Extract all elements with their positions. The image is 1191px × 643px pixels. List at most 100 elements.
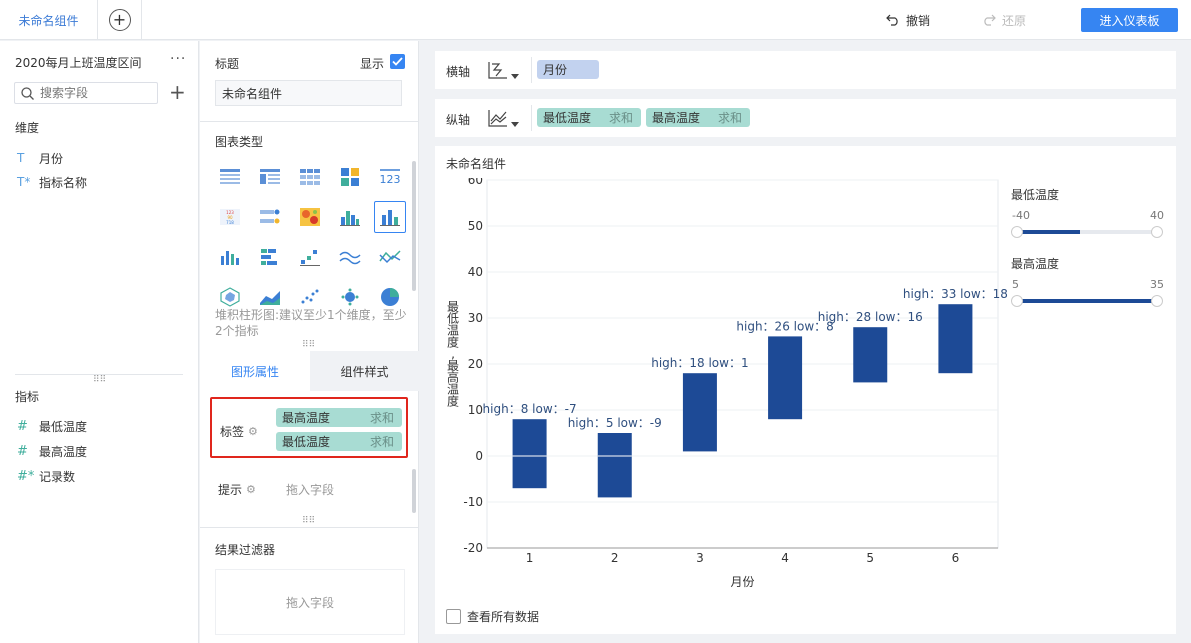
tab-component-style[interactable]: 组件样式 (310, 351, 419, 391)
measure-item-max-temp[interactable]: # 最高温度 (17, 442, 87, 460)
x-tick-label: 4 (781, 551, 789, 565)
data-label: high：5 low：-9 (568, 416, 662, 430)
measure-item-record-count[interactable]: #* 记录数 (17, 467, 75, 485)
search-input[interactable] (40, 86, 150, 100)
pill-agg: 求和 (369, 411, 394, 425)
undo-button[interactable]: 撤销 (886, 10, 930, 30)
view-all-checkbox[interactable] (446, 609, 461, 624)
range-bar (938, 304, 973, 374)
multi-line-icon (339, 251, 361, 265)
measure-label: 最低温度 (39, 419, 88, 434)
label-pill-min-temp[interactable]: 最低温度 求和 (276, 432, 402, 451)
chart-type-column[interactable] (214, 241, 246, 273)
chart-type-line[interactable] (374, 241, 406, 273)
column-icon (221, 251, 239, 265)
x-axis-type-dropdown[interactable] (487, 60, 519, 80)
color-block-icon (341, 168, 359, 186)
chart-type-indicator-card[interactable]: 123 90 718 (214, 201, 246, 233)
measure-axis-icon (488, 110, 507, 127)
chart-type-grouped-column[interactable] (334, 201, 366, 233)
measure-item-min-temp[interactable]: # 最低温度 (17, 417, 87, 435)
resize-handle[interactable]: ⠿⠿ (93, 376, 106, 385)
enter-dashboard-button[interactable]: 进入仪表板 (1081, 8, 1178, 32)
group-table-icon (260, 169, 280, 184)
chart-type-heatmap[interactable] (294, 201, 326, 233)
chart-type-bar[interactable] (254, 241, 286, 273)
resize-handle[interactable]: ⠿⠿ (302, 341, 315, 350)
tab-unnamed-component[interactable]: 未命名组件 (0, 0, 98, 40)
dimension-item-month[interactable]: T 月份 (17, 149, 63, 167)
x-tick-label: 6 (952, 551, 960, 565)
stacked-column-icon (380, 210, 400, 226)
redo-icon (984, 14, 996, 26)
x-tick-label: 2 (611, 551, 619, 565)
add-tab-button[interactable]: + (98, 0, 142, 40)
y-axis-title-char: 度 (447, 393, 459, 408)
label-field-section: 标签 ⚙ 最高温度 求和 最低温度 求和 (210, 397, 408, 458)
dimension-item-metric-name[interactable]: T* 指标名称 (17, 173, 87, 191)
undo-label: 撤销 (906, 13, 931, 28)
legend-min-value: 5 (1012, 278, 1019, 291)
legend-slider-min-handle[interactable] (1011, 295, 1023, 307)
pill-agg: 求和 (608, 111, 633, 125)
x-tick-label: 3 (696, 551, 704, 565)
chart-type-step[interactable] (294, 241, 326, 273)
section-divider (15, 374, 183, 375)
legend-slider-min-handle[interactable] (1011, 226, 1023, 238)
y-axis-type-dropdown[interactable] (487, 108, 519, 128)
filter-drop-zone[interactable]: 拖入字段 (215, 569, 405, 635)
label-pill-max-temp[interactable]: 最高温度 求和 (276, 408, 402, 427)
svg-text:123: 123 (380, 173, 401, 186)
y-tick-label: 60 (468, 178, 483, 187)
legend-title-min-temp: 最低温度 (1011, 188, 1060, 202)
property-scrollbar[interactable] (412, 469, 416, 513)
title-input[interactable]: 未命名组件 (215, 80, 402, 106)
data-label: high：33 low：18 (903, 287, 1008, 301)
redo-button[interactable]: 还原 (982, 10, 1026, 30)
chart-type-color-table[interactable] (334, 161, 366, 193)
table-icon (220, 169, 240, 184)
cross-table-icon (300, 169, 320, 185)
measure-section-title: 指标 (15, 390, 40, 404)
dimension-label: 指标名称 (39, 175, 88, 190)
top-bar: 未命名组件 + 撤销 还原 进入仪表板 (0, 0, 1191, 40)
add-field-button[interactable]: + (169, 81, 186, 103)
chart-type-kpi[interactable]: 123 (374, 161, 406, 193)
divider (200, 121, 419, 122)
chart-type-group-table[interactable] (254, 161, 286, 193)
chart-type-progress[interactable] (254, 201, 286, 233)
chart-type-area-line[interactable] (334, 241, 366, 273)
view-all-data[interactable]: 查看所有数据 (446, 608, 539, 625)
chart-type-cross-table[interactable] (294, 161, 326, 193)
radar-icon (220, 287, 240, 307)
y-tick-label: 10 (468, 403, 483, 417)
x-axis-pill-month[interactable]: 月份 (537, 60, 599, 79)
resize-handle[interactable]: ⠿⠿ (302, 517, 315, 526)
legend-slider-max-handle[interactable] (1151, 295, 1163, 307)
more-icon[interactable]: ··· (170, 51, 186, 67)
tab-graphic-properties[interactable]: 图形属性 (200, 351, 310, 391)
pill-agg: 求和 (369, 435, 394, 449)
chart-type-table[interactable] (214, 161, 246, 193)
legend-max-value: 40 (1150, 209, 1164, 222)
bubble-icon (341, 288, 359, 306)
chart-type-stacked-column[interactable] (374, 201, 406, 233)
tooltip-section-title: 提示 (218, 483, 243, 497)
svg-text:718: 718 (226, 220, 234, 225)
legend-slider-fill (1017, 230, 1080, 234)
gear-icon[interactable]: ⚙ (248, 425, 258, 438)
field-search (14, 82, 158, 104)
tooltip-drop-zone[interactable]: 拖入字段 (286, 481, 334, 498)
y-axis-row: 纵轴 最低温度 求和 最高温度 求和 (435, 99, 1176, 137)
chart-type-scrollbar[interactable] (412, 161, 416, 291)
y-axis-pill-min-temp[interactable]: 最低温度 求和 (537, 108, 641, 127)
gear-icon[interactable]: ⚙ (246, 483, 256, 496)
x-axis-row: 横轴 月份 (435, 51, 1176, 89)
y-axis-pill-max-temp[interactable]: 最高温度 求和 (646, 108, 750, 127)
bar-icon (261, 249, 277, 265)
text-field-icon: T* (17, 175, 31, 189)
legend-slider-fill (1017, 299, 1157, 303)
legend-slider-max-handle[interactable] (1151, 226, 1163, 238)
show-title-checkbox[interactable] (390, 54, 405, 69)
indicator-card-icon: 12390718 (220, 209, 240, 225)
